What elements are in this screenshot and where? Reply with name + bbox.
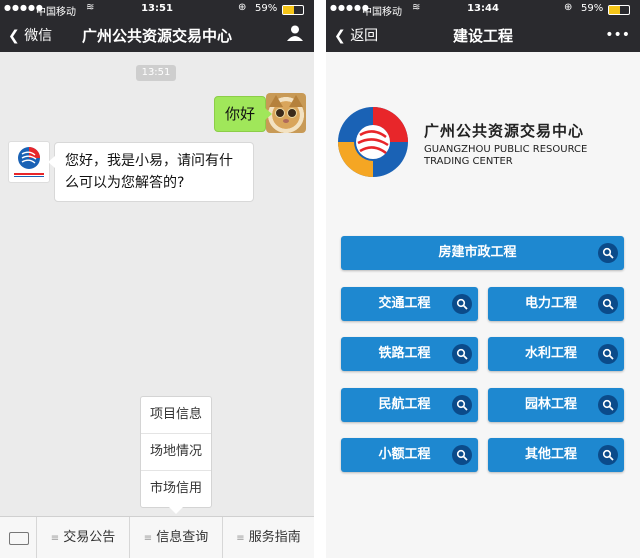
chat-screen: ●●●●● 中国移动 ≋ 13:51 ⊕ 59% ❮ 微信 广州公共资源交易中心…: [0, 0, 314, 558]
bottom-menu-bar: ≡ 交易公告 ≡ 信息查询 ≡ 服务指南: [0, 516, 314, 558]
logo-english-line1: GUANGZHOU PUBLIC RESOURCE: [424, 144, 588, 155]
search-icon: [598, 294, 618, 314]
status-bar: ●●●●● 中国移动 ≋ 13:44 ⊕ 59%: [326, 0, 640, 18]
status-bar: ●●●●● 中国移动 ≋ 13:51 ⊕ 59%: [0, 0, 314, 18]
menu-lines-icon: ≡: [143, 533, 153, 544]
search-icon: [452, 294, 472, 314]
search-icon: [598, 395, 618, 415]
battery-icon: [282, 5, 304, 15]
housing-municipal-button[interactable]: 房建市政工程: [341, 236, 624, 270]
page-title: 建设工程: [452, 27, 513, 45]
profile-icon[interactable]: [286, 24, 304, 47]
screen-divider: [314, 0, 326, 558]
menu-label: 交易公告: [63, 530, 116, 545]
center-logo: 广州公共资源交易中心 GUANGZHOU PUBLIC RESOURCE TRA…: [326, 100, 640, 190]
chat-timestamp: 13:51: [136, 65, 176, 81]
keyboard-icon: [9, 532, 29, 545]
search-icon: [452, 395, 472, 415]
search-icon: [598, 243, 618, 263]
transport-button[interactable]: 交通工程: [341, 287, 478, 321]
popup-item-venue-status[interactable]: 场地情况: [141, 434, 211, 471]
small-project-button[interactable]: 小额工程: [341, 438, 478, 472]
user-message-bubble[interactable]: 你好: [214, 96, 273, 132]
battery-icon: [608, 5, 630, 15]
nav-bar: ❮ 返回 建设工程 •••: [326, 18, 640, 52]
construction-screen: ●●●●● 中国移动 ≋ 13:44 ⊕ 59% ❮ 返回 建设工程 ••• 广…: [326, 0, 640, 558]
water-conservancy-button[interactable]: 水利工程: [488, 337, 624, 371]
keyboard-toggle-button[interactable]: [0, 517, 37, 558]
bot-avatar[interactable]: [8, 141, 50, 183]
menu-label: 服务指南: [248, 530, 301, 545]
gzggzy-logo-icon: [338, 107, 408, 177]
logo-chinese-name: 广州公共资源交易中心: [424, 122, 585, 140]
civil-aviation-button[interactable]: 民航工程: [341, 388, 478, 422]
search-icon: [598, 344, 618, 364]
search-icon: [452, 445, 472, 465]
menu-lines-icon: ≡: [50, 533, 60, 544]
gzggzy-logo-icon: [14, 147, 44, 177]
bot-message-bubble[interactable]: 您好，我是小易，请问有什么可以为您解答的?: [48, 142, 254, 202]
other-project-button[interactable]: 其他工程: [488, 438, 624, 472]
button-label: 房建市政工程: [438, 245, 517, 260]
menu-service-guide[interactable]: ≡ 服务指南: [223, 517, 314, 558]
menu-info-query[interactable]: ≡ 信息查询: [130, 517, 223, 558]
search-icon: [598, 445, 618, 465]
rotation-lock-icon: ⊕: [564, 2, 573, 13]
rotation-lock-icon: ⊕: [238, 2, 247, 13]
popup-item-project-info[interactable]: 项目信息: [141, 397, 211, 434]
menu-label: 信息查询: [156, 530, 209, 545]
railway-button[interactable]: 铁路工程: [341, 337, 478, 371]
landscape-button[interactable]: 园林工程: [488, 388, 624, 422]
search-icon: [452, 344, 472, 364]
battery-percent: 59%: [581, 3, 604, 14]
menu-trade-announcement[interactable]: ≡ 交易公告: [37, 517, 130, 558]
logo-english-line2: TRADING CENTER: [424, 156, 513, 167]
power-button[interactable]: 电力工程: [488, 287, 624, 321]
popup-menu: 项目信息 场地情况 市场信用: [140, 396, 212, 514]
nav-bar: ❮ 微信 广州公共资源交易中心: [0, 18, 314, 52]
page-title: 广州公共资源交易中心: [81, 27, 232, 45]
more-icon[interactable]: •••: [605, 27, 630, 43]
popup-item-market-credit[interactable]: 市场信用: [141, 471, 211, 507]
menu-lines-icon: ≡: [236, 533, 245, 544]
battery-percent: 59%: [255, 3, 278, 14]
